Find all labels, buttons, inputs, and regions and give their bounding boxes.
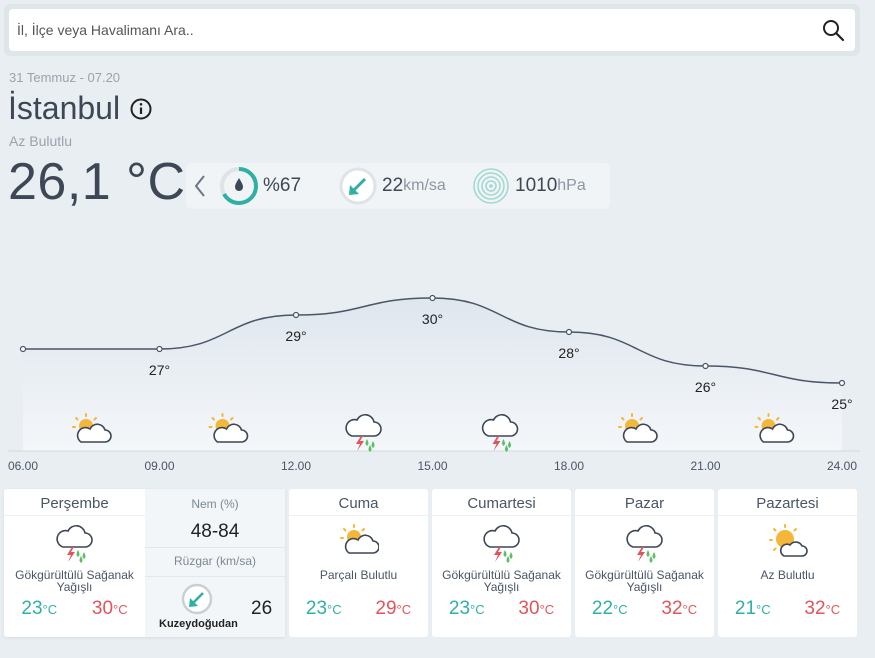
temperature-point	[156, 345, 163, 353]
forecast-card-day[interactable]: Cuma Parçalı Bulutlu 23°C 29°C	[289, 489, 428, 637]
temperature-label: 25°	[831, 396, 852, 412]
forecast-max-temp: 30°C	[91, 598, 128, 619]
search-input[interactable]	[17, 9, 807, 51]
current-temperature: 26,1 °C	[8, 153, 186, 211]
humidity-gauge-icon	[220, 167, 258, 205]
forecast-min-temp: 22°C	[591, 598, 628, 619]
partly-cloudy-icon	[339, 524, 379, 554]
thunderstorm-rain-icon	[625, 524, 663, 563]
forecast-day: Cumartesi	[467, 495, 536, 512]
temperature-label: 29°	[285, 328, 306, 344]
forecast-condition: Gökgürültülü Sağanak Yağışlı	[15, 568, 134, 594]
x-tick-label: 18.00	[554, 459, 584, 473]
search-icon[interactable]	[821, 18, 845, 42]
temperature-label: 26°	[695, 379, 716, 395]
x-tick-label: 09.00	[144, 459, 174, 473]
temperature-point	[292, 311, 300, 319]
forecast-condition: Gökgürültülü Sağanak Yağışlı	[442, 568, 561, 594]
forecast-min-temp: 23°C	[305, 598, 342, 619]
x-tick-label: 06.00	[8, 459, 38, 473]
thunderstorm-rain-icon	[55, 524, 93, 563]
forecast-card-day[interactable]: Cumartesi Gökgürültülü Sağanak Yağışlı 2…	[432, 489, 571, 637]
wind-speed-unit: km/sa	[403, 177, 446, 194]
search-bar	[4, 4, 860, 56]
wind-direction-label: Kuzeydoğudan	[159, 618, 238, 630]
pressure-metric: 1010 hPa	[471, 166, 586, 206]
forecast-day: Pazartesi	[756, 495, 819, 512]
daily-forecast: Perşembe Gökgürültülü Sağanak Yağışlı 23…	[0, 489, 875, 641]
temperature-point	[565, 328, 573, 336]
humidity-metric: %67	[219, 166, 301, 206]
forecast-min-temp: 23°C	[21, 598, 58, 619]
forecast-detail-panel: Nem (%) 48-84 Rüzgar (km/sa) Kuzeydoğuda…	[145, 489, 285, 637]
current-metrics-panel: %67 22 km/sa 1010 hPa	[186, 163, 610, 209]
temperature-point	[19, 345, 27, 353]
x-tick-label: 21.00	[690, 459, 720, 473]
wind-direction-icon	[181, 583, 213, 615]
info-icon[interactable]	[130, 98, 152, 120]
temperature-label: 27°	[149, 362, 170, 378]
humidity-range: 48-84	[190, 521, 240, 542]
current-condition: Az Bulutlu	[9, 133, 73, 149]
forecast-day: Perşembe	[40, 495, 109, 512]
forecast-min-temp: 23°C	[448, 598, 485, 619]
pressure-value: 1010	[515, 175, 558, 196]
x-tick-label: 24.00	[827, 459, 857, 473]
wind-metric: 22 km/sa	[338, 166, 446, 206]
wind-speed-value: 22	[382, 175, 404, 196]
wind-speed: 26	[251, 598, 273, 619]
forecast-day: Cuma	[338, 495, 379, 512]
forecast-day: Pazar	[624, 495, 665, 512]
humidity-label: Nem (%)	[191, 497, 239, 511]
temperature-label: 30°	[422, 311, 443, 327]
forecast-condition: Gökgürültülü Sağanak Yağışlı	[585, 568, 704, 594]
humidity-value: %67	[263, 175, 302, 196]
chevron-left-icon[interactable]	[192, 173, 208, 199]
forecast-max-temp: 30°C	[518, 598, 555, 619]
forecast-condition: Az Bulutlu	[760, 568, 815, 582]
observation-date: 31 Temmuz - 07.20	[9, 70, 121, 85]
forecast-card-day[interactable]: Pazartesi Az Bulutlu 21°C 32°C	[718, 489, 857, 637]
wind-label: Rüzgar (km/sa)	[173, 554, 256, 568]
temperature-point	[838, 379, 846, 387]
temperature-point	[429, 294, 436, 302]
pressure-icon	[473, 168, 509, 204]
city-name: İstanbul	[8, 90, 121, 126]
x-tick-label: 15.00	[417, 459, 447, 473]
temperature-label: 28°	[558, 345, 579, 361]
mostly-sunny-icon	[768, 524, 808, 557]
thunderstorm-rain-icon	[482, 524, 520, 563]
forecast-condition: Parçalı Bulutlu	[319, 568, 398, 582]
temperature-point	[702, 362, 709, 370]
forecast-min-temp: 21°C	[734, 598, 771, 619]
forecast-max-temp: 32°C	[804, 598, 841, 619]
forecast-card-today[interactable]: Perşembe Gökgürültülü Sağanak Yağışlı 23…	[4, 489, 285, 637]
hourly-temperature-chart: 06.00 27° 09.00 29° 12.00 30° 15.00 28° 18.00 26°…	[8, 294, 860, 473]
x-tick-label: 12.00	[281, 459, 311, 473]
forecast-card-day[interactable]: Pazar Gökgürültülü Sağanak Yağışlı 22°C …	[575, 489, 714, 637]
search-box	[9, 9, 855, 51]
forecast-max-temp: 32°C	[661, 598, 698, 619]
pressure-unit: hPa	[557, 177, 586, 194]
forecast-max-temp: 29°C	[375, 598, 412, 619]
wind-direction-icon	[339, 167, 377, 205]
